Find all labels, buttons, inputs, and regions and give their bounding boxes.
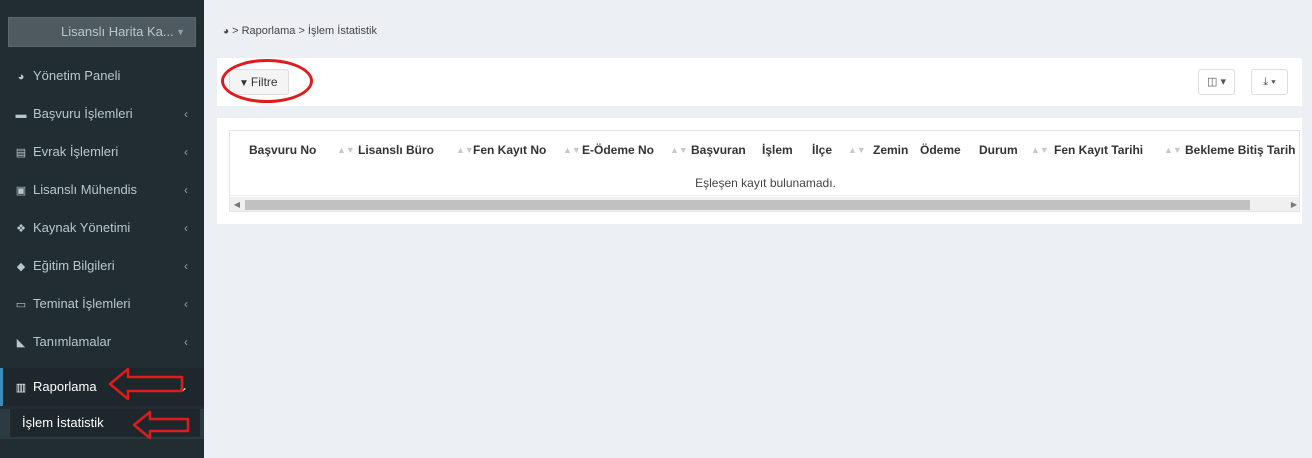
sidebar-item-resources[interactable]: ❖ Kaynak Yönetimi ‹ [0,209,204,247]
bar-chart-icon: ▥ [15,382,27,394]
annotation-arrow-icon [132,410,190,440]
sort-icon: ▲▼ [848,145,866,155]
sort-icon: ▲▼ [670,145,688,155]
sidebar-item-label: Başvuru İşlemleri [33,106,133,121]
document-icon: ▤ [15,147,27,159]
sort-icon: ▲▼ [1164,145,1182,155]
sidebar-item-label: Kaynak Yönetimi [33,220,131,235]
chevron-left-icon: ‹ [184,183,188,197]
column-header[interactable]: İlçe ▲▼ [812,131,866,169]
briefcase-icon: ▬ [15,109,27,121]
download-icon: ⤓ ▾ [1263,76,1276,88]
breadcrumb-path: > Raporlama > İşlem İstatistik [232,25,377,37]
horizontal-scrollbar[interactable]: ◀ ▶ [230,197,1299,211]
column-header[interactable]: Ödeme [920,131,961,169]
submenu-item-label: İşlem İstatistik [22,415,104,430]
sort-icon: ▲▼ [456,145,474,155]
chevron-left-icon: ‹ [184,221,188,235]
sidebar-item-dashboard[interactable]: ◕ Yönetim Paneli [0,57,204,95]
chevron-left-icon: ‹ [184,297,188,311]
dashboard-icon: ◕ [17,71,25,83]
column-header[interactable]: Zemin [873,131,908,169]
graduation-cap-icon: ◆ [16,261,26,273]
sort-icon: ▲▼ [563,145,581,155]
sidebar-item-label: Tanımlamalar [33,334,112,349]
organization-select-value: Lisanslı Harita Ka... [61,24,174,39]
sort-icon: ▲▼ [1031,145,1049,155]
columns-toggle-button[interactable]: ◫ ▾ [1198,69,1235,95]
column-header[interactable]: Lisanslı Büro ▲▼ [358,131,474,169]
column-header[interactable]: İşlem [762,131,793,169]
column-header[interactable]: Fen Kayıt Tarihi ▲▼ [1054,131,1182,169]
scroll-right-icon[interactable]: ▶ [1287,197,1299,211]
chevron-left-icon: ‹ [184,107,188,121]
organization-select[interactable]: Lisanslı Harita Ka... ▼ [8,17,196,47]
tag-icon: ◣ [16,337,26,349]
dashboard-icon[interactable]: ◕ [223,26,229,37]
sidebar-item-education[interactable]: ◆ Eğitim Bilgileri ‹ [0,247,204,285]
annotation-arrow-icon [108,367,184,401]
id-card-icon: ▣ [15,185,27,197]
column-header[interactable]: Durum ▲▼ [979,131,1049,169]
annotation-circle [221,59,313,103]
sidebar-item-guarantee[interactable]: ▭ Teminat İşlemleri ‹ [0,285,204,323]
empty-table-message: Eşleşen kayıt bulunamadı. [230,170,1299,196]
columns-icon: ◫ ▾ [1207,76,1226,88]
column-header[interactable]: Bekleme Bitiş Tarih [1185,131,1295,169]
cubes-icon: ❖ [16,223,26,235]
sidebar-item-engineer[interactable]: ▣ Lisanslı Mühendis ‹ [0,171,204,209]
chevron-down-icon: ▼ [176,27,185,37]
money-icon: ▭ [15,299,27,311]
scroll-left-icon[interactable]: ◀ [230,197,244,211]
sidebar-item-label: Evrak İşlemleri [33,144,119,159]
sidebar-item-label: Yönetim Paneli [33,68,121,83]
column-header[interactable]: Başvuran [691,131,746,169]
sidebar-item-documents[interactable]: ▤ Evrak İşlemleri ‹ [0,133,204,171]
results-panel: Başvuru No ▲▼ Lisanslı Büro ▲▼ Fen Kayıt N… [217,118,1302,224]
export-button[interactable]: ⤓ ▾ [1251,69,1288,95]
scrollbar-thumb[interactable] [245,200,1250,210]
sidebar-item-label: Raporlama [33,379,97,394]
breadcrumb: ◕ > Raporlama > İşlem İstatistik [223,25,377,37]
sidebar-item-label: Eğitim Bilgileri [33,258,115,273]
column-header[interactable]: E-Ödeme No ▲▼ [582,131,688,169]
sidebar-item-label: Teminat İşlemleri [33,296,131,311]
sidebar-item-definitions[interactable]: ◣ Tanımlamalar ‹ [0,323,204,361]
chevron-left-icon: ‹ [184,335,188,349]
column-header[interactable]: Fen Kayıt No ▲▼ [473,131,581,169]
sidebar-item-label: Lisanslı Mühendis [33,182,138,197]
chevron-left-icon: ‹ [184,259,188,273]
results-table: Başvuru No ▲▼ Lisanslı Büro ▲▼ Fen Kayıt N… [229,130,1300,212]
column-header[interactable]: Başvuru No ▲▼ [249,131,355,169]
filter-toolbar: ▼ Filtre ◫ ▾ ⤓ ▾ [217,58,1302,106]
sidebar-item-application[interactable]: ▬ Başvuru İşlemleri ‹ [0,95,204,133]
chevron-left-icon: ‹ [184,145,188,159]
sort-icon: ▲▼ [337,145,355,155]
